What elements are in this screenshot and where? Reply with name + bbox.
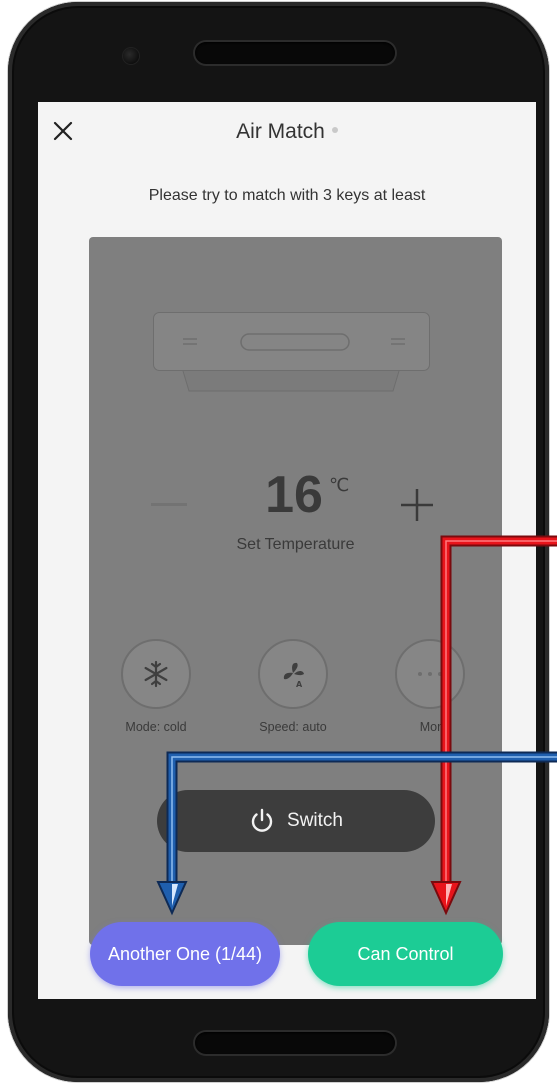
phone-frame: Air Match Please try to match with 3 key… — [8, 2, 549, 1082]
temperature-value: 16 — [265, 466, 323, 524]
can-control-button[interactable]: Can Control — [308, 922, 503, 986]
more-button[interactable] — [395, 639, 465, 709]
power-icon — [251, 808, 273, 832]
fan-auto-icon: A — [283, 662, 304, 689]
temperature-unit: ℃ — [329, 475, 350, 495]
speed-button[interactable]: A — [258, 639, 328, 709]
app-screen: Air Match Please try to match with 3 key… — [38, 102, 536, 999]
snowflake-icon — [144, 660, 168, 688]
bottom-speaker — [195, 1032, 395, 1054]
more-icon — [418, 672, 442, 676]
speed-label: Speed: auto — [259, 720, 327, 734]
instruction-text: Please try to match with 3 keys at least — [148, 187, 426, 204]
mode-label: Mode: cold — [125, 720, 187, 734]
switch-label: Switch — [287, 810, 343, 831]
status-dot — [331, 127, 338, 134]
another-one-button[interactable]: Another One (1/44) — [90, 922, 280, 986]
svg-text:A: A — [296, 680, 303, 689]
page-title-container: Air Match — [38, 120, 536, 144]
switch-button[interactable]: Switch — [157, 790, 435, 852]
remote-control-panel: 16 ℃ Set Temperature Mode: cold A Speed:… — [89, 237, 502, 945]
earpiece-speaker — [195, 42, 395, 64]
temperature-decrease-button[interactable] — [151, 503, 187, 506]
mode-button[interactable] — [121, 639, 191, 709]
front-camera — [123, 48, 139, 64]
temperature-label: Set Temperature — [236, 536, 355, 553]
air-conditioner-icon — [153, 312, 430, 392]
more-label: More — [419, 720, 449, 734]
temperature-increase-button[interactable] — [399, 487, 435, 523]
page-title: Air Match — [236, 120, 325, 143]
